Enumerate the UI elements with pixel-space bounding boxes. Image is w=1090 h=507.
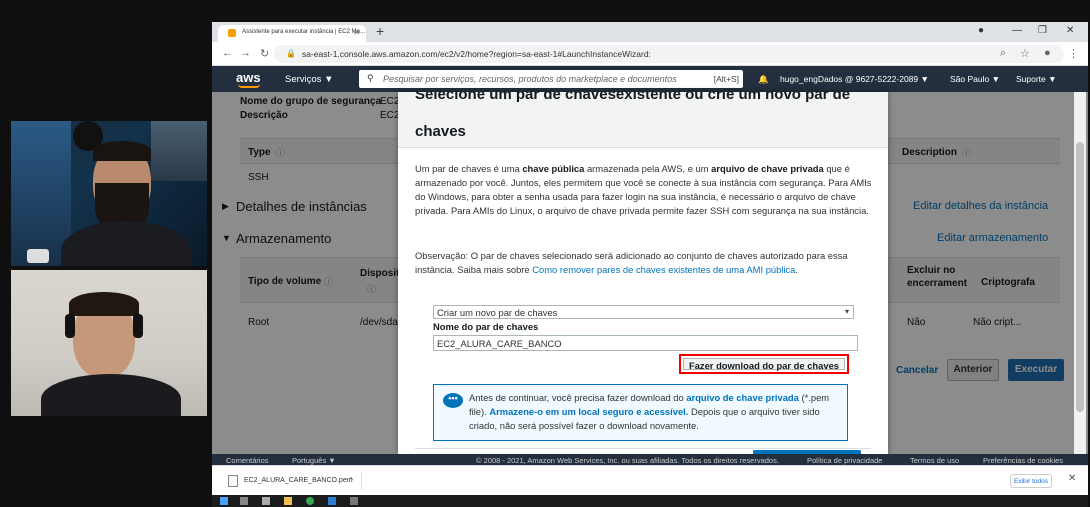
zoom-icon[interactable]: ⌕ <box>1000 47 1006 60</box>
search-icon[interactable] <box>240 497 248 505</box>
headphone-right <box>133 314 143 338</box>
dialog-title-line2: chaves <box>415 123 466 140</box>
headphone-left <box>65 314 75 338</box>
presenter-hair <box>69 292 139 316</box>
bell-icon[interactable]: 🔔 <box>758 74 769 85</box>
lock-icon: 🔒 <box>286 49 296 58</box>
aws-console-header: aws Serviços ▼ ⚲ Pesquisar por serviços,… <box>212 66 1088 92</box>
services-menu[interactable]: Serviços ▼ <box>285 74 333 85</box>
presenter-shirt <box>61 221 191 266</box>
download-info-alert: ••• Antes de continuar, você precisa faz… <box>433 384 848 441</box>
chat-info-icon: ••• <box>443 393 463 408</box>
language-menu[interactable]: Português ▼ <box>292 456 336 465</box>
remove-key-pairs-link[interactable]: Como remover pares de chaves existentes … <box>532 264 795 275</box>
download-item[interactable]: EC2_ALURA_CARE_BANCO.pem ^ <box>222 472 362 490</box>
download-file-name: EC2_ALURA_CARE_BANCO.pem <box>244 477 353 484</box>
webcam-presenter-2 <box>11 270 207 416</box>
search-icon: ⚲ <box>367 73 374 83</box>
key-pair-dialog: Selecione um par de chavesexistente ou c… <box>398 92 888 454</box>
chevron-up-icon[interactable]: ^ <box>349 476 353 485</box>
privacy-link[interactable]: Política de privacidade <box>807 456 882 465</box>
mug <box>27 249 49 263</box>
chrome-icon[interactable] <box>306 497 314 505</box>
dialog-footer-divider <box>415 448 871 449</box>
back-icon[interactable]: ← <box>222 47 233 59</box>
presenter-hair <box>93 141 151 161</box>
comments-link[interactable]: Comentários <box>226 456 269 465</box>
download-key-pair-button[interactable]: Fazer download do par de chaves <box>683 358 845 371</box>
app-icon[interactable] <box>350 497 358 505</box>
task-view-icon[interactable] <box>262 497 270 505</box>
key-pair-explanation: Um par de chaves é uma chave pública arm… <box>415 163 872 216</box>
url-text: sa-east-1.console.aws.amazon.com/ec2/v2/… <box>302 49 651 59</box>
download-key-pair-highlight: Fazer download do par de chaves <box>679 354 849 374</box>
search-placeholder: Pesquisar por serviços, recursos, produt… <box>383 74 677 84</box>
close-icon[interactable]: ✕ <box>1068 473 1076 484</box>
chevron-down-icon: ▾ <box>844 307 849 316</box>
observation-text: Observação: O par de chaves selecionado … <box>415 250 848 275</box>
account-menu[interactable]: hugo_engDados @ 9627-5222-2089 ▼ <box>780 74 929 84</box>
terms-link[interactable]: Termos de uso <box>910 456 959 465</box>
tab-title: Assistente para executar instância | EC2… <box>242 29 365 35</box>
downloads-bar: EC2_ALURA_CARE_BANCO.pem ^ Exibir todos … <box>212 465 1088 495</box>
maximize-icon[interactable]: ❐ <box>1038 25 1047 36</box>
account-icon[interactable]: ● <box>1044 47 1051 59</box>
windows-start-icon[interactable] <box>220 497 228 505</box>
url-input[interactable]: 🔒 sa-east-1.console.aws.amazon.com/ec2/v… <box>274 45 1064 63</box>
key-pair-name-label: Nome do par de chaves <box>433 321 539 332</box>
folder-icon[interactable] <box>284 497 292 505</box>
key-pair-name-value: EC2_ALURA_CARE_BANCO <box>437 338 562 349</box>
dialog-title-line1: Selecione um par de chavesexistente ou c… <box>415 92 851 103</box>
file-icon <box>228 475 238 487</box>
menu-dots-icon[interactable]: ⋮ <box>1068 47 1079 60</box>
browser-tab[interactable]: Assistente para executar instância | EC2… <box>218 25 366 42</box>
aws-search-input[interactable]: ⚲ Pesquisar por serviços, recursos, prod… <box>359 70 743 88</box>
webcam-presenter-1 <box>11 121 207 266</box>
minimize-icon[interactable]: — <box>1012 25 1022 36</box>
os-taskbar <box>212 495 1088 507</box>
show-all-button[interactable]: Exibir todos <box>1010 474 1052 488</box>
address-bar-row: ← → ↻ 🔒 sa-east-1.console.aws.amazon.com… <box>212 42 1088 66</box>
wall-art <box>151 121 207 181</box>
search-shortcut: [Alt+S] <box>713 74 739 84</box>
new-tab-icon[interactable]: + <box>376 23 384 39</box>
tab-bar: Assistente para executar instância | EC2… <box>212 22 1088 42</box>
key-pair-name-input[interactable]: EC2_ALURA_CARE_BANCO <box>433 335 858 351</box>
reload-icon[interactable]: ↻ <box>260 47 269 60</box>
scrollbar-thumb[interactable] <box>1076 142 1084 412</box>
page-scrollbar[interactable] <box>1074 92 1086 454</box>
bookmark-star-icon[interactable]: ☆ <box>1020 47 1030 60</box>
aws-favicon-icon <box>228 29 236 37</box>
close-tab-icon[interactable]: ✕ <box>353 28 360 37</box>
aws-logo[interactable]: aws <box>236 70 261 85</box>
support-menu[interactable]: Suporte ▼ <box>1016 74 1057 84</box>
region-menu[interactable]: São Paulo ▼ <box>950 74 1000 84</box>
aws-smile-icon <box>238 84 260 88</box>
vscode-icon[interactable] <box>328 497 336 505</box>
cookies-link[interactable]: Preferências de cookies <box>983 456 1063 465</box>
browser-window: Assistente para executar instância | EC2… <box>212 22 1088 485</box>
select-value: Criar um novo par de chaves <box>437 307 558 318</box>
close-window-icon[interactable]: ✕ <box>1066 25 1074 36</box>
profile-dot-icon[interactable]: ● <box>978 25 984 36</box>
copyright-text: © 2008 - 2021, Amazon Web Services, Inc.… <box>476 456 779 465</box>
forward-icon[interactable]: → <box>240 47 251 59</box>
presenter-shirt <box>41 374 181 416</box>
download-info-text: Antes de continuar, você precisa fazer d… <box>469 392 830 431</box>
key-pair-option-select[interactable]: Criar um novo par de chaves ▾ <box>433 305 854 319</box>
